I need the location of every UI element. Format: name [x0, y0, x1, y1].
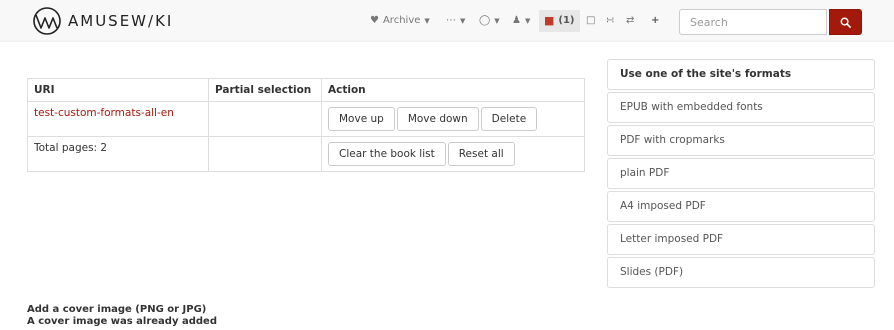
- reset-all-button[interactable]: Reset all: [447, 142, 515, 166]
- cover-section: Add a cover image (PNG or JPG) A cover i…: [27, 304, 217, 328]
- amusewiki-logo-icon: [33, 7, 61, 35]
- search-button[interactable]: [829, 9, 862, 35]
- caret-down-icon: ▼: [460, 17, 466, 25]
- caret-down-icon: ▼: [494, 17, 500, 25]
- heart-icon: ♥: [370, 15, 379, 26]
- square-icon: □: [586, 15, 596, 26]
- total-pages-cell: Total pages: 2: [27, 136, 209, 172]
- footer-action-cell: Clear the book list Reset all: [321, 136, 585, 172]
- table-header-row: URI Partial selection Action: [27, 78, 585, 102]
- table-row: Total pages: 2 Clear the book list Reset …: [27, 136, 585, 172]
- language-menu[interactable]: ◯ ▼: [479, 10, 500, 32]
- format-item-letter-imposed-pdf[interactable]: Letter imposed PDF: [607, 224, 875, 255]
- user-menu[interactable]: ♟ ▼: [512, 10, 530, 32]
- rss-link[interactable]: ∺: [606, 10, 614, 32]
- random-link[interactable]: ⇄: [626, 10, 634, 32]
- site-logo[interactable]: AMUSEW/KI: [32, 6, 173, 36]
- bookbuilder-count: (1): [558, 15, 575, 26]
- uri-link[interactable]: test-custom-formats-all-en: [34, 107, 174, 119]
- user-icon: ♟: [512, 15, 521, 26]
- action-cell: Move up Move down Delete: [321, 101, 585, 137]
- move-up-button[interactable]: Move up: [328, 107, 395, 131]
- logo-text: AMUSEW/KI: [68, 12, 174, 30]
- table-row: test-custom-formats-all-en Move up Move d…: [27, 101, 585, 137]
- ellipsis-icon: ⋯: [446, 15, 456, 26]
- add-link[interactable]: +: [651, 10, 659, 32]
- clear-book-list-button[interactable]: Clear the book list: [328, 142, 446, 166]
- header-action: Action: [321, 78, 585, 102]
- plus-icon: +: [651, 15, 660, 26]
- cover-status: A cover image was already added: [27, 316, 217, 327]
- search-input[interactable]: [679, 9, 827, 35]
- uri-cell: test-custom-formats-all-en: [27, 101, 209, 137]
- book-list-table: URI Partial selection Action test-custom…: [27, 78, 585, 172]
- caret-down-icon: ▼: [524, 17, 531, 25]
- format-item-epub-embedded-fonts[interactable]: EPUB with embedded fonts: [607, 92, 875, 123]
- more-menu[interactable]: ⋯ ▼: [446, 10, 465, 32]
- header-uri: URI: [27, 78, 209, 102]
- bookmark-link[interactable]: □: [586, 10, 595, 32]
- partial-cell: [208, 101, 322, 137]
- shuffle-icon: ⇄: [626, 15, 635, 26]
- move-down-button[interactable]: Move down: [396, 107, 479, 131]
- archive-label: Archive: [382, 15, 421, 26]
- globe-icon: ◯: [479, 15, 491, 26]
- caret-down-icon: ▼: [424, 17, 430, 25]
- format-item-a4-imposed-pdf[interactable]: A4 imposed PDF: [607, 191, 875, 222]
- archive-menu[interactable]: ♥ Archive ▼: [370, 10, 430, 32]
- delete-button[interactable]: Delete: [480, 107, 538, 131]
- rss-icon: ∺: [606, 15, 615, 26]
- navbar: AMUSEW/KI ♥ Archive ▼ ⋯ ▼ ◯ ▼ ♟ ▼ ■ (1) …: [0, 0, 894, 42]
- formats-header: Use one of the site's formats: [607, 59, 875, 90]
- empty-cell: [208, 136, 322, 172]
- format-item-pdf-cropmarks[interactable]: PDF with cropmarks: [607, 125, 875, 156]
- format-item-slides-pdf[interactable]: Slides (PDF): [607, 257, 875, 288]
- format-item-plain-pdf[interactable]: plain PDF: [607, 158, 875, 189]
- book-icon: ■: [544, 14, 555, 27]
- search-icon: [840, 17, 851, 28]
- formats-list: Use one of the site's formats EPUB with …: [607, 59, 875, 290]
- bookbuilder-link[interactable]: ■ (1): [539, 10, 580, 32]
- cover-title: Add a cover image (PNG or JPG): [27, 304, 207, 315]
- header-partial-selection: Partial selection: [208, 78, 322, 102]
